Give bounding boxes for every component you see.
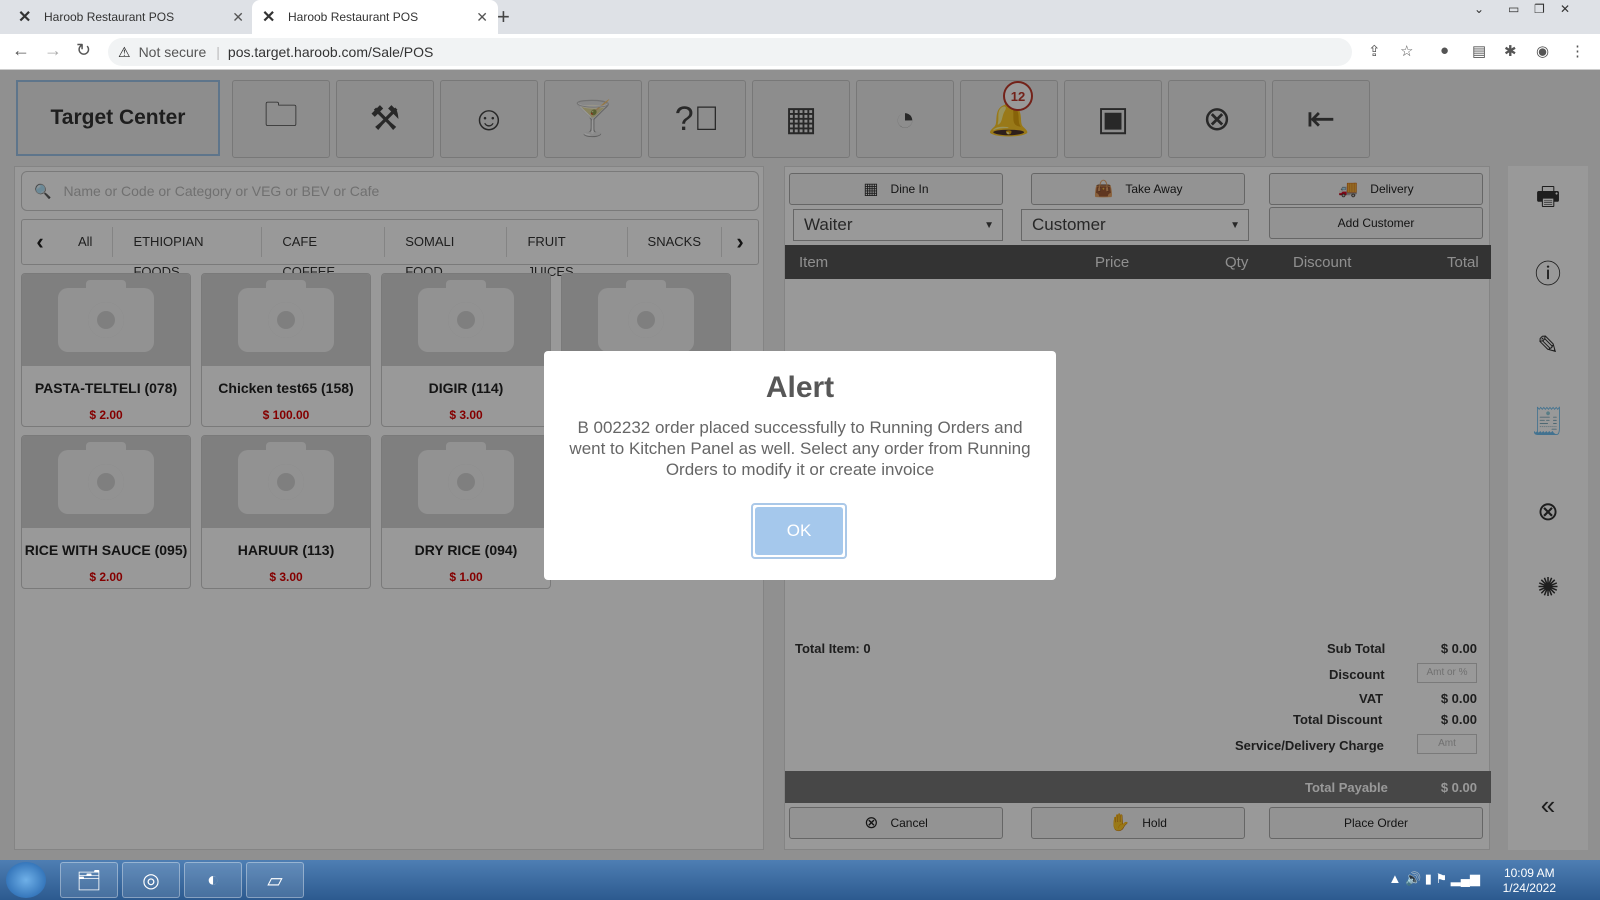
ok-button[interactable]: OK [751, 503, 847, 559]
new-tab-icon[interactable]: + [497, 4, 510, 30]
profile-icon[interactable]: ◉ [1536, 42, 1549, 60]
edge-icon[interactable]: ◐ [184, 862, 242, 898]
omnibox[interactable]: ⚠ Not secure | pos.target.haroob.com/Sal… [108, 38, 1352, 66]
minimize-icon[interactable]: ▭ [1508, 2, 1519, 16]
address-bar-row: ← → ↻ ⚠ Not secure | pos.target.haroob.c… [0, 34, 1600, 70]
clock[interactable]: 10:09 AM 1/24/2022 [1503, 866, 1556, 896]
ok-label: OK [755, 507, 843, 555]
x-logo-icon: ✕ [262, 9, 276, 26]
puzzle-icon[interactable]: ✱ [1504, 42, 1517, 60]
security-label: Not secure [138, 44, 207, 60]
clock-date: 1/24/2022 [1502, 881, 1556, 895]
tab-title: Haroob Restaurant POS [288, 10, 419, 24]
windows-taskbar: 🗂 ◎ ◐ ▱ ▲ 🔊 ▮ ⚑ ▂▄▆ 10:09 AM 1/24/2022 [0, 860, 1600, 900]
star-icon[interactable]: ☆ [1400, 42, 1413, 60]
extension-icon[interactable]: ● [1440, 42, 1449, 59]
close-tab-icon[interactable]: ✕ [232, 9, 244, 26]
browser-tab-1[interactable]: ✕ Haroob Restaurant POS ✕ [8, 0, 254, 34]
alert-title: Alert [765, 371, 835, 404]
notepad-icon[interactable]: ▱ [246, 862, 304, 898]
tab-title: Haroob Restaurant POS [44, 10, 175, 24]
system-tray-icons[interactable]: ▲ 🔊 ▮ ⚑ ▂▄▆ [1388, 871, 1480, 887]
restore-icon[interactable]: ❐ [1534, 2, 1545, 16]
alert-message: B 002232 order placed successfully to Ru… [569, 418, 1031, 479]
alert-dialog: Alert B 002232 order placed successfully… [544, 351, 1056, 580]
browser-tab-2[interactable]: ✕ Haroob Restaurant POS ✕ [252, 0, 498, 34]
reload-icon[interactable]: ↻ [76, 40, 91, 61]
url-text: pos.target.haroob.com/Sale/POS [227, 44, 434, 60]
forward-icon[interactable]: → [44, 40, 62, 61]
chrome-icon[interactable]: ◎ [122, 862, 180, 898]
share-icon[interactable]: ⇪ [1368, 42, 1381, 60]
close-window-icon[interactable]: ✕ [1560, 2, 1570, 16]
file-explorer-icon[interactable]: 🗂 [60, 862, 118, 898]
divider: | [216, 44, 220, 60]
clipboard-icon[interactable]: ▤ [1472, 42, 1486, 60]
clock-time: 10:09 AM [1503, 866, 1555, 880]
back-icon[interactable]: ← [12, 40, 30, 61]
chevron-down-icon[interactable]: ⌄ [1474, 2, 1484, 16]
menu-icon[interactable]: ⋮ [1570, 42, 1585, 60]
close-tab-icon[interactable]: ✕ [476, 9, 488, 26]
start-button[interactable] [6, 862, 46, 898]
warning-icon: ⚠ [118, 43, 131, 60]
x-logo-icon: ✕ [18, 9, 32, 26]
browser-tab-bar: ✕ Haroob Restaurant POS ✕ ✕ Haroob Resta… [0, 0, 1600, 34]
